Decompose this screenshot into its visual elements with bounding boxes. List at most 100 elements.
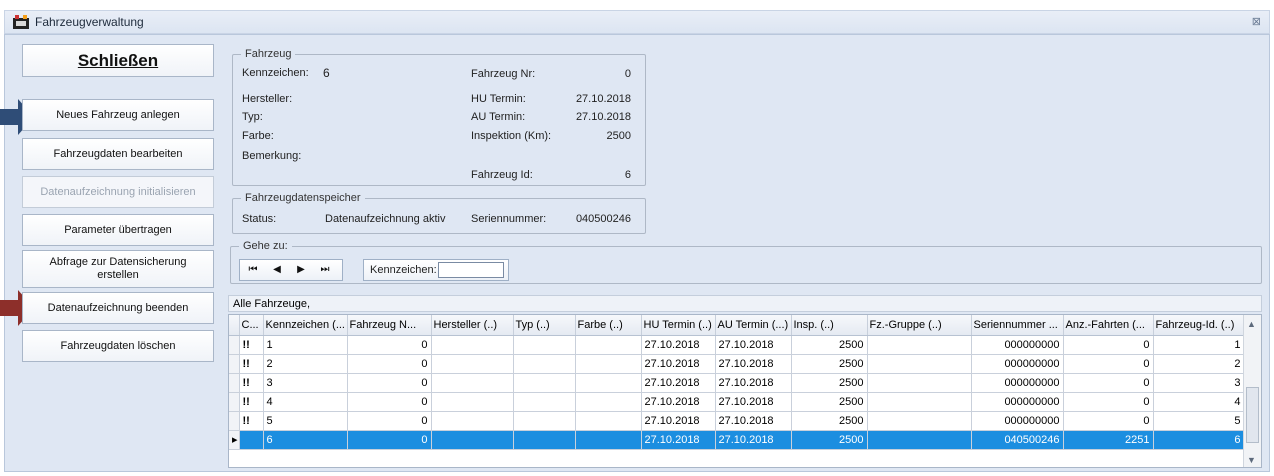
table-cell[interactable] bbox=[867, 354, 972, 374]
column-header[interactable]: Typ (..) bbox=[513, 315, 576, 336]
table-cell[interactable] bbox=[513, 392, 576, 412]
table-cell[interactable] bbox=[431, 373, 514, 393]
table-cell[interactable]: 27.10.2018 bbox=[715, 430, 792, 450]
row-indicator[interactable] bbox=[229, 392, 240, 412]
table-cell[interactable] bbox=[575, 373, 642, 393]
table-cell[interactable]: 000000000 bbox=[971, 411, 1064, 431]
delete-vehicle-button[interactable]: Fahrzeugdaten löschen bbox=[22, 330, 214, 362]
table-cell[interactable]: 3 bbox=[263, 373, 348, 393]
row-indicator[interactable] bbox=[229, 354, 240, 374]
table-cell[interactable] bbox=[431, 430, 514, 450]
table-cell[interactable] bbox=[431, 335, 514, 355]
end-recording-button[interactable]: Datenaufzeichnung beenden bbox=[22, 292, 214, 324]
table-cell[interactable]: 3 bbox=[1153, 373, 1245, 393]
column-header[interactable]: C... bbox=[239, 315, 264, 336]
table-cell[interactable]: 27.10.2018 bbox=[641, 354, 716, 374]
table-cell[interactable]: 000000000 bbox=[971, 373, 1064, 393]
table-cell[interactable]: !! bbox=[239, 411, 264, 431]
prev-record-icon[interactable]: ◀ bbox=[266, 261, 288, 279]
table-cell[interactable]: 2500 bbox=[791, 373, 868, 393]
last-record-icon[interactable]: ⏭ bbox=[314, 261, 336, 279]
table-cell[interactable]: 27.10.2018 bbox=[641, 430, 716, 450]
table-cell[interactable]: 5 bbox=[1153, 411, 1245, 431]
table-cell[interactable]: 2500 bbox=[791, 392, 868, 412]
scroll-up-icon[interactable]: ▲ bbox=[1247, 319, 1256, 329]
table-cell[interactable]: 1 bbox=[263, 335, 348, 355]
next-record-icon[interactable]: ▶ bbox=[290, 261, 312, 279]
table-cell[interactable] bbox=[867, 392, 972, 412]
table-cell[interactable] bbox=[431, 354, 514, 374]
column-header[interactable]: Kennzeichen (... bbox=[263, 315, 348, 336]
table-cell[interactable]: 0 bbox=[347, 411, 432, 431]
table-cell[interactable]: 4 bbox=[263, 392, 348, 412]
close-icon[interactable]: ⊠ bbox=[1252, 15, 1261, 28]
table-cell[interactable]: 000000000 bbox=[971, 335, 1064, 355]
table-cell[interactable] bbox=[575, 430, 642, 450]
table-cell[interactable]: 0 bbox=[347, 354, 432, 374]
close-button[interactable]: Schließen bbox=[22, 44, 214, 77]
table-cell[interactable] bbox=[513, 335, 576, 355]
table-cell[interactable]: !! bbox=[239, 354, 264, 374]
scroll-down-icon[interactable]: ▼ bbox=[1247, 455, 1256, 465]
table-row[interactable]: !! 4 0 27.10.2018 27.10.2018 2500 000000000 0 4 bbox=[229, 392, 1245, 412]
row-indicator[interactable]: ▸ bbox=[229, 430, 240, 450]
table-cell[interactable]: 27.10.2018 bbox=[715, 373, 792, 393]
table-cell[interactable]: 2500 bbox=[791, 430, 868, 450]
row-indicator[interactable] bbox=[229, 335, 240, 355]
table-row[interactable]: !! 1 0 27.10.2018 27.10.2018 2500 000000000 0 1 bbox=[229, 335, 1245, 355]
vertical-scrollbar[interactable]: ▲ ▼ bbox=[1243, 315, 1261, 467]
table-cell[interactable] bbox=[431, 411, 514, 431]
table-cell[interactable] bbox=[867, 373, 972, 393]
first-record-icon[interactable]: ⏮ bbox=[242, 261, 264, 279]
table-cell[interactable]: 0 bbox=[1063, 335, 1154, 355]
column-header[interactable]: Fahrzeug N... bbox=[347, 315, 432, 336]
table-cell[interactable] bbox=[575, 354, 642, 374]
table-cell[interactable] bbox=[575, 335, 642, 355]
column-header[interactable]: Insp. (..) bbox=[791, 315, 868, 336]
table-cell[interactable]: 27.10.2018 bbox=[641, 335, 716, 355]
new-vehicle-button[interactable]: Neues Fahrzeug anlegen bbox=[22, 99, 214, 131]
column-header[interactable]: Fz.-Gruppe (..) bbox=[867, 315, 972, 336]
table-cell[interactable] bbox=[575, 392, 642, 412]
table-cell[interactable]: 27.10.2018 bbox=[641, 411, 716, 431]
table-row[interactable]: !! 3 0 27.10.2018 27.10.2018 2500 000000000 0 3 bbox=[229, 373, 1245, 393]
init-recording-button[interactable]: Datenaufzeichnung initialisieren bbox=[22, 176, 214, 208]
transfer-params-button[interactable]: Parameter übertragen bbox=[22, 214, 214, 246]
table-cell[interactable]: 0 bbox=[1063, 373, 1154, 393]
column-header[interactable]: Hersteller (..) bbox=[431, 315, 514, 336]
table-cell[interactable]: 1 bbox=[1153, 335, 1245, 355]
backup-query-button[interactable]: Abfrage zur Datensicherung erstellen bbox=[22, 250, 214, 288]
table-cell[interactable]: 0 bbox=[347, 335, 432, 355]
table-cell[interactable] bbox=[513, 354, 576, 374]
table-cell[interactable]: 0 bbox=[1063, 411, 1154, 431]
table-cell[interactable]: 27.10.2018 bbox=[641, 373, 716, 393]
table-cell[interactable] bbox=[513, 411, 576, 431]
table-row[interactable]: !! 2 0 27.10.2018 27.10.2018 2500 000000000 0 2 bbox=[229, 354, 1245, 374]
table-cell[interactable]: 000000000 bbox=[971, 354, 1064, 374]
table-cell[interactable]: 27.10.2018 bbox=[715, 354, 792, 374]
table-cell[interactable]: 0 bbox=[347, 430, 432, 450]
table-cell[interactable] bbox=[513, 430, 576, 450]
table-cell[interactable]: 27.10.2018 bbox=[641, 392, 716, 412]
table-cell[interactable] bbox=[575, 411, 642, 431]
table-cell[interactable]: 2500 bbox=[791, 411, 868, 431]
table-cell[interactable]: !! bbox=[239, 373, 264, 393]
column-header[interactable]: Seriennummer ... bbox=[971, 315, 1064, 336]
row-indicator[interactable] bbox=[229, 411, 240, 431]
edit-vehicle-button[interactable]: Fahrzeugdaten bearbeiten bbox=[22, 138, 214, 170]
table-row[interactable]: !! 5 0 27.10.2018 27.10.2018 2500 000000000 0 5 bbox=[229, 411, 1245, 431]
table-cell[interactable]: 2 bbox=[263, 354, 348, 374]
table-cell[interactable]: 0 bbox=[347, 373, 432, 393]
table-cell[interactable] bbox=[513, 373, 576, 393]
column-header[interactable]: HU Termin (..) bbox=[641, 315, 716, 336]
table-cell[interactable] bbox=[867, 430, 972, 450]
column-header[interactable]: AU Termin (...) bbox=[715, 315, 792, 336]
column-header[interactable]: Anz.-Fahrten (... bbox=[1063, 315, 1154, 336]
column-header[interactable]: Farbe (..) bbox=[575, 315, 642, 336]
table-cell[interactable]: 000000000 bbox=[971, 392, 1064, 412]
scroll-thumb[interactable] bbox=[1246, 387, 1259, 443]
table-cell[interactable]: 4 bbox=[1153, 392, 1245, 412]
table-cell[interactable] bbox=[239, 430, 264, 450]
table-cell[interactable]: 27.10.2018 bbox=[715, 335, 792, 355]
column-header[interactable]: Fahrzeug-Id. (..) bbox=[1153, 315, 1245, 336]
